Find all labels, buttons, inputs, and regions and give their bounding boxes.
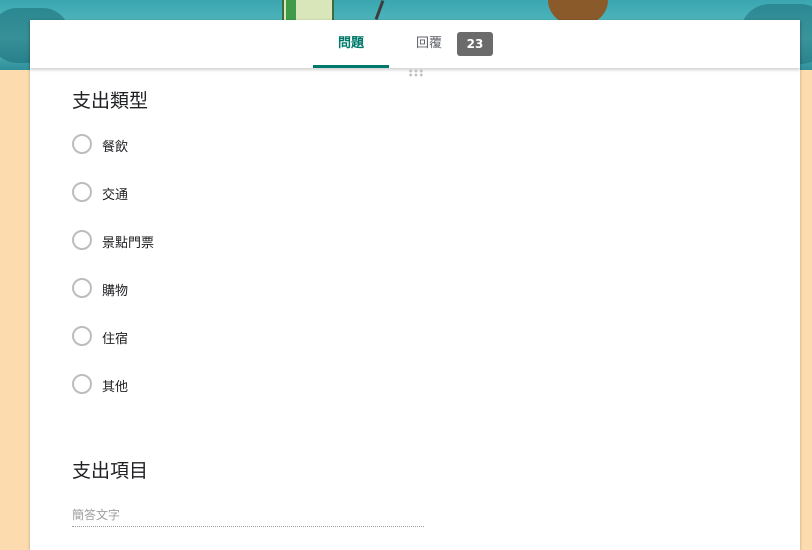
radio-button[interactable] [72, 134, 92, 154]
option-label: 住宿 [102, 332, 129, 347]
form-card: 問題 回覆 23 支出類型 餐飲 交通 景點門票 購物 住宿 其他 支出項目 [30, 20, 800, 550]
option-tickets[interactable]: 景點門票 [72, 230, 372, 252]
option-shopping[interactable]: 購物 [72, 278, 372, 300]
banner-figure [286, 0, 296, 22]
drag-handle-icon[interactable] [408, 69, 424, 77]
radio-button[interactable] [72, 278, 92, 298]
active-tab-indicator [313, 65, 389, 68]
radio-button[interactable] [72, 374, 92, 394]
option-dining[interactable]: 餐飲 [72, 134, 372, 156]
tab-responses-label: 回覆 [415, 36, 442, 51]
option-lodging[interactable]: 住宿 [72, 326, 372, 348]
option-label: 購物 [102, 284, 129, 299]
banner-figure [374, 0, 385, 20]
option-label: 交通 [102, 188, 129, 203]
tab-questions-label: 問題 [337, 36, 364, 51]
radio-button[interactable] [72, 230, 92, 250]
option-label: 其他 [102, 380, 129, 395]
tab-questions[interactable]: 問題 [313, 20, 389, 68]
option-label: 餐飲 [102, 140, 129, 155]
question-title-expense-item: 支出項目 [72, 460, 149, 482]
responses-count-badge: 23 [457, 32, 493, 56]
option-other[interactable]: 其他 [72, 374, 372, 396]
tab-responses[interactable]: 回覆 [412, 20, 446, 68]
short-answer-input[interactable] [72, 504, 424, 527]
tab-bar: 問題 回覆 23 [30, 20, 800, 68]
option-label: 景點門票 [102, 236, 155, 251]
option-transport[interactable]: 交通 [72, 182, 372, 204]
radio-button[interactable] [72, 326, 92, 346]
radio-button[interactable] [72, 182, 92, 202]
question-title-expense-type: 支出類型 [72, 90, 149, 112]
